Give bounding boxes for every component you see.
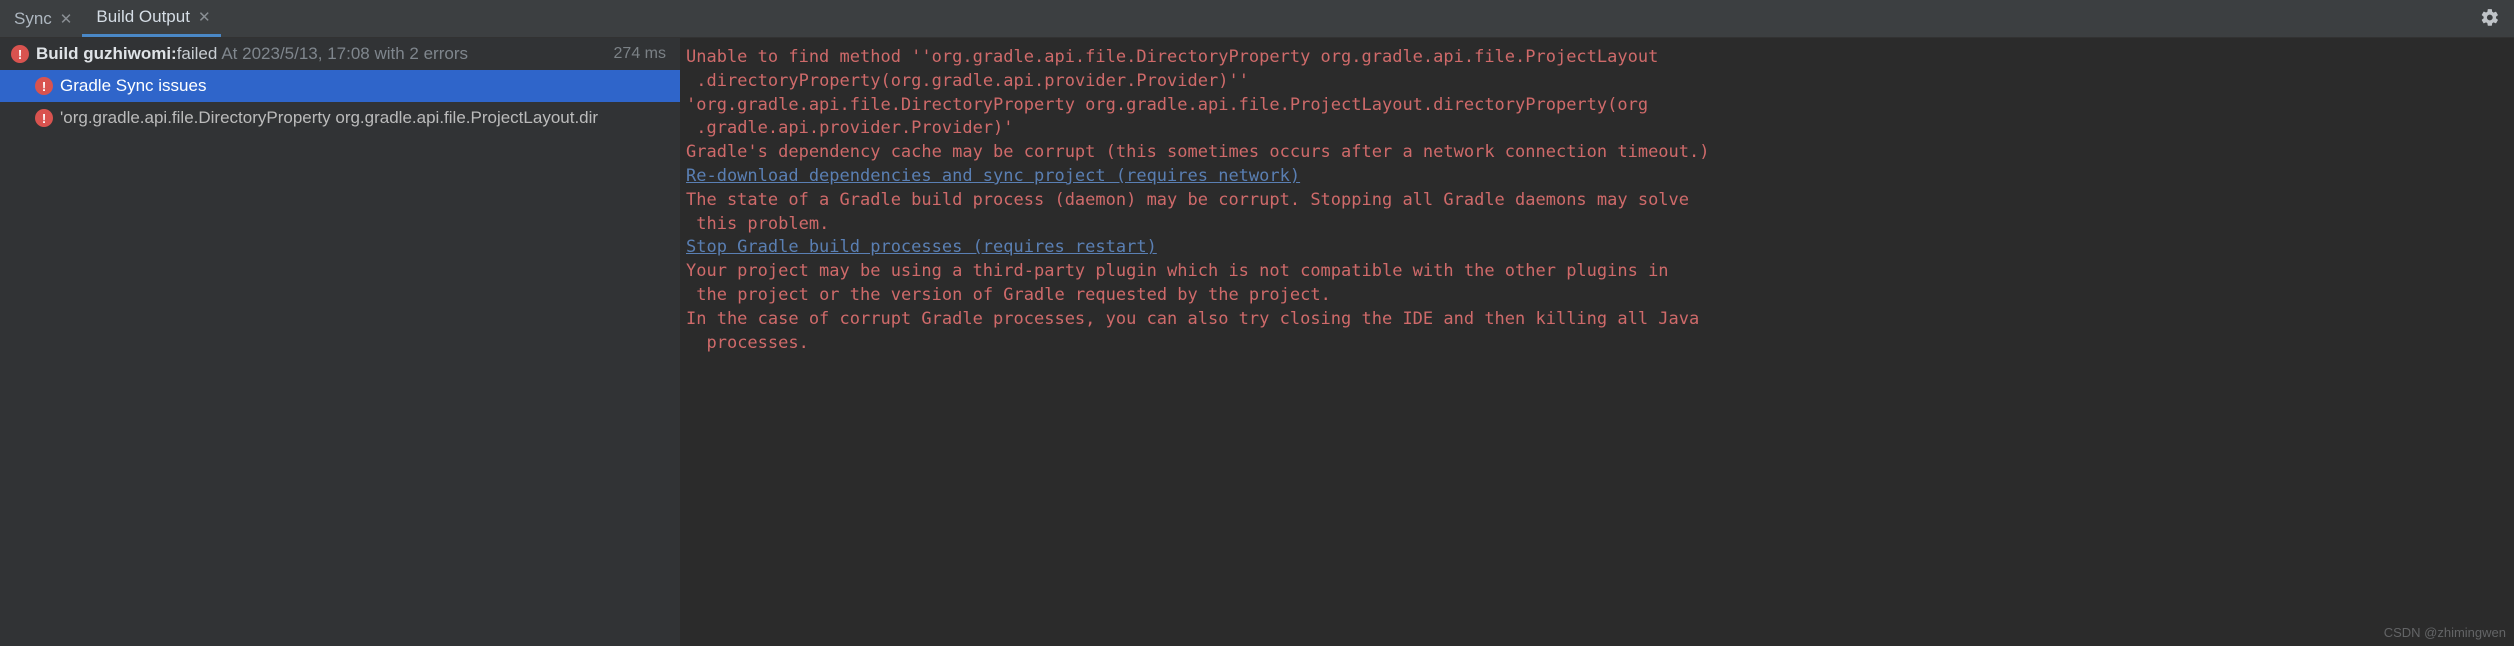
- content-area: ! Build guzhiwomi: failed At 2023/5/13, …: [0, 38, 2514, 646]
- console-output-pane: Unable to find method ''org.gradle.api.f…: [680, 38, 2514, 646]
- close-icon[interactable]: ✕: [198, 8, 211, 26]
- console-line: Unable to find method ''org.gradle.api.f…: [686, 46, 2508, 70]
- build-project: guzhiwomi:: [83, 44, 176, 63]
- build-prefix: Build: [36, 44, 83, 63]
- console-line: The state of a Gradle build process (dae…: [686, 189, 2508, 213]
- build-root-row[interactable]: ! Build guzhiwomi: failed At 2023/5/13, …: [0, 38, 680, 70]
- console-line: In the case of corrupt Gradle processes,…: [686, 308, 2508, 332]
- build-timing: 274 ms: [614, 45, 666, 63]
- watermark: CSDN @zhimingwen: [2384, 624, 2506, 642]
- tree-item-label: 'org.gradle.api.file.DirectoryProperty o…: [60, 108, 598, 128]
- redownload-dependencies-link[interactable]: Re-download dependencies and sync projec…: [686, 166, 1300, 186]
- console-line: processes.: [686, 332, 2508, 356]
- console-line: Gradle's dependency cache may be corrupt…: [686, 141, 2508, 165]
- stop-gradle-processes-link[interactable]: Stop Gradle build processes (requires re…: [686, 237, 1157, 257]
- build-status: failed: [177, 44, 218, 64]
- tab-build-output[interactable]: Build Output ✕: [82, 0, 220, 37]
- console-line: 'org.gradle.api.file.DirectoryProperty o…: [686, 94, 2508, 118]
- tab-bar: Sync ✕ Build Output ✕: [0, 0, 2514, 38]
- tree-item-gradle-sync-issues[interactable]: ! Gradle Sync issues: [0, 70, 680, 102]
- console-line: this problem.: [686, 213, 2508, 237]
- tab-label: Sync: [14, 9, 52, 29]
- error-icon: !: [35, 109, 53, 127]
- console-line: Your project may be using a third-party …: [686, 260, 2508, 284]
- close-icon[interactable]: ✕: [60, 10, 73, 28]
- build-tree-pane: ! Build guzhiwomi: failed At 2023/5/13, …: [0, 38, 680, 646]
- gear-icon[interactable]: [2480, 7, 2500, 30]
- console-line: .directoryProperty(org.gradle.api.provid…: [686, 70, 2508, 94]
- console-line: the project or the version of Gradle req…: [686, 284, 2508, 308]
- error-icon: !: [35, 77, 53, 95]
- tab-sync[interactable]: Sync ✕: [0, 0, 82, 37]
- error-icon: !: [11, 45, 29, 63]
- console-line: .gradle.api.provider.Provider)': [686, 117, 2508, 141]
- tab-label: Build Output: [96, 7, 190, 27]
- tree-item-error-detail[interactable]: ! 'org.gradle.api.file.DirectoryProperty…: [0, 102, 680, 134]
- build-meta: At 2023/5/13, 17:08 with 2 errors: [221, 44, 468, 64]
- tree-item-label: Gradle Sync issues: [60, 76, 206, 96]
